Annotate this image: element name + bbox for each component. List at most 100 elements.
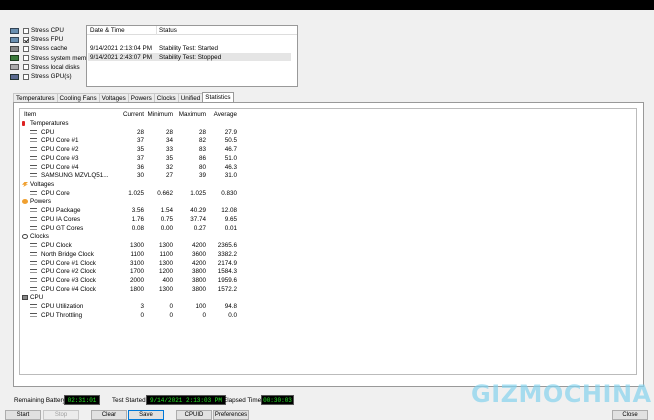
log-row-1-status[interactable]: Stability Test: Started: [159, 45, 218, 52]
table-row[interactable]: CPU Package 3.56 1.54 40.29 12.08: [20, 207, 636, 216]
sensor-name: CPU Clock: [41, 242, 72, 250]
clear-button[interactable]: Clear: [91, 410, 127, 420]
stop-button[interactable]: Stop: [43, 410, 79, 420]
stress-checkbox[interactable]: [23, 64, 29, 71]
stress-option-5[interactable]: Stress GPU(s): [10, 72, 72, 81]
tab-temperatures[interactable]: Temperatures: [13, 93, 58, 102]
table-row[interactable]: CPU GT Cores 0.08 0.00 0.27 0.01: [20, 225, 636, 234]
stress-checkbox[interactable]: [23, 36, 29, 43]
sensor-icon: [30, 225, 37, 230]
group-row-cpu[interactable]: CPU: [20, 294, 636, 303]
current-value: 0.08: [131, 224, 144, 232]
table-row[interactable]: CPU Core #2 35 33 83 46.7: [20, 146, 636, 155]
maximum-value: 83: [198, 146, 206, 154]
table-row[interactable]: CPU Core #1 Clock 3100 1300 4200 2174.9: [20, 260, 636, 269]
current-value: 1300: [129, 242, 144, 250]
table-row[interactable]: CPU Core #4 Clock 1800 1300 3800 1572.2: [20, 286, 636, 295]
sensor-name: CPU Core #3: [41, 154, 79, 162]
group-label: Clocks: [30, 233, 49, 241]
header-current[interactable]: Current: [108, 111, 144, 118]
stress-checkbox[interactable]: [23, 45, 29, 52]
stress-option-3[interactable]: Stress system memory: [10, 54, 95, 63]
current-value: 3100: [129, 259, 144, 267]
stress-checkbox[interactable]: [23, 55, 29, 62]
table-row[interactable]: CPU IA Cores 1.76 0.75 37.74 9.65: [20, 216, 636, 225]
minimum-value: 0.662: [157, 189, 173, 197]
fpu-chip-icon: [10, 36, 19, 43]
stress-option-0[interactable]: Stress CPU: [10, 26, 64, 35]
average-value: 1584.3: [217, 268, 237, 276]
group-row-powers[interactable]: Powers: [20, 198, 636, 207]
stress-option-label: Stress cache: [31, 45, 68, 53]
minimum-value: 27: [165, 172, 173, 180]
table-row[interactable]: CPU Core 1.025 0.662 1.025 0.830: [20, 190, 636, 199]
preferences-button[interactable]: Preferences: [213, 410, 249, 420]
table-row[interactable]: CPU 28 28 28 27.9: [20, 129, 636, 138]
current-value: 0: [140, 311, 144, 319]
maximum-value: 3800: [191, 285, 206, 293]
save-button[interactable]: Save: [128, 410, 164, 420]
header-item[interactable]: Item: [24, 111, 36, 118]
table-row[interactable]: CPU Core #3 37 35 86 51.0: [20, 155, 636, 164]
table-row[interactable]: CPU Throttling 0 0 0 0.0: [20, 312, 636, 321]
header-maximum[interactable]: Maximum: [173, 111, 206, 118]
header-minimum[interactable]: Minimum: [143, 111, 173, 118]
sensor-icon: [30, 286, 37, 291]
table-row[interactable]: CPU Core #3 Clock 2000 400 3800 1959.6: [20, 277, 636, 286]
tab-voltages[interactable]: Voltages: [98, 93, 129, 102]
tab-clocks[interactable]: Clocks: [153, 93, 179, 102]
header-average[interactable]: Average: [206, 111, 237, 118]
maximum-value: 0: [202, 311, 206, 319]
average-value: 94.8: [224, 303, 237, 311]
stress-checkbox[interactable]: [23, 27, 29, 34]
group-row-temperatures[interactable]: Temperatures: [20, 120, 636, 129]
cpuid-button[interactable]: CPUID: [176, 410, 212, 420]
elapsed-time-label: Elapsed Time:: [223, 397, 263, 404]
sensor-name: CPU Core: [41, 189, 70, 197]
sensor-name: CPU Utilization: [41, 303, 84, 311]
maximum-value: 39: [198, 172, 206, 180]
average-value: 46.7: [224, 146, 237, 154]
log-header-status[interactable]: Status: [159, 27, 177, 34]
minimum-value: 32: [165, 163, 173, 171]
sensor-name: CPU Throttling: [41, 311, 83, 319]
tab-statistics[interactable]: Statistics: [202, 92, 234, 102]
close-button[interactable]: Close: [612, 410, 648, 420]
sensor-name: CPU Core #2 Clock: [41, 268, 96, 276]
average-value: 0.01: [224, 224, 237, 232]
log-row-2-datetime[interactable]: 9/14/2021 2:43:07 PM: [90, 54, 152, 61]
group-row-clocks[interactable]: Clocks: [20, 233, 636, 242]
stress-option-label: Stress GPU(s): [31, 73, 72, 80]
event-log: Date & Time Status 9/14/2021 2:13:04 PM …: [86, 25, 298, 87]
tab-unified[interactable]: Unified: [177, 93, 204, 102]
stress-option-2[interactable]: Stress cache: [10, 44, 67, 53]
table-row[interactable]: CPU Core #2 Clock 1700 1200 3800 1584.3: [20, 268, 636, 277]
disk-drive-icon: [10, 64, 19, 71]
log-row-2-status[interactable]: Stability Test: Stopped: [159, 54, 221, 61]
table-row[interactable]: North Bridge Clock 1100 1100 3600 3382.2: [20, 251, 636, 260]
table-row[interactable]: CPU Core #1 37 34 82 50.5: [20, 137, 636, 146]
minimum-value: 0: [169, 303, 173, 311]
current-value: 37: [136, 137, 144, 145]
maximum-value: 4200: [191, 242, 206, 250]
tab-cooling-fans[interactable]: Cooling Fans: [56, 93, 100, 102]
stress-option-1[interactable]: Stress FPU: [10, 35, 63, 44]
stress-checkbox[interactable]: [23, 73, 29, 80]
sensor-icon: [30, 164, 37, 169]
table-header: Item Current Minimum Maximum Average: [20, 111, 636, 120]
table-row[interactable]: CPU Core #4 36 32 80 46.3: [20, 164, 636, 173]
log-header-datetime[interactable]: Date & Time: [90, 27, 125, 34]
table-row[interactable]: SAMSUNG MZVLQ51... 30 27 39 31.0: [20, 172, 636, 181]
table-row[interactable]: CPU Clock 1300 1300 4200 2365.6: [20, 242, 636, 251]
log-row-1-datetime[interactable]: 9/14/2021 2:13:04 PM: [90, 45, 152, 52]
sensor-icon: [30, 190, 37, 195]
maximum-value: 40.29: [190, 207, 206, 215]
gizmochina-watermark: GIZMOCHINA: [471, 380, 652, 408]
tab-powers[interactable]: Powers: [127, 93, 155, 102]
group-row-voltages[interactable]: Voltages: [20, 181, 636, 190]
sensor-name: CPU Package: [41, 207, 81, 215]
start-button[interactable]: Start: [5, 410, 41, 420]
group-label: Voltages: [30, 181, 55, 189]
table-row[interactable]: CPU Utilization 3 0 100 94.8: [20, 303, 636, 312]
stress-option-4[interactable]: Stress local disks: [10, 63, 80, 72]
